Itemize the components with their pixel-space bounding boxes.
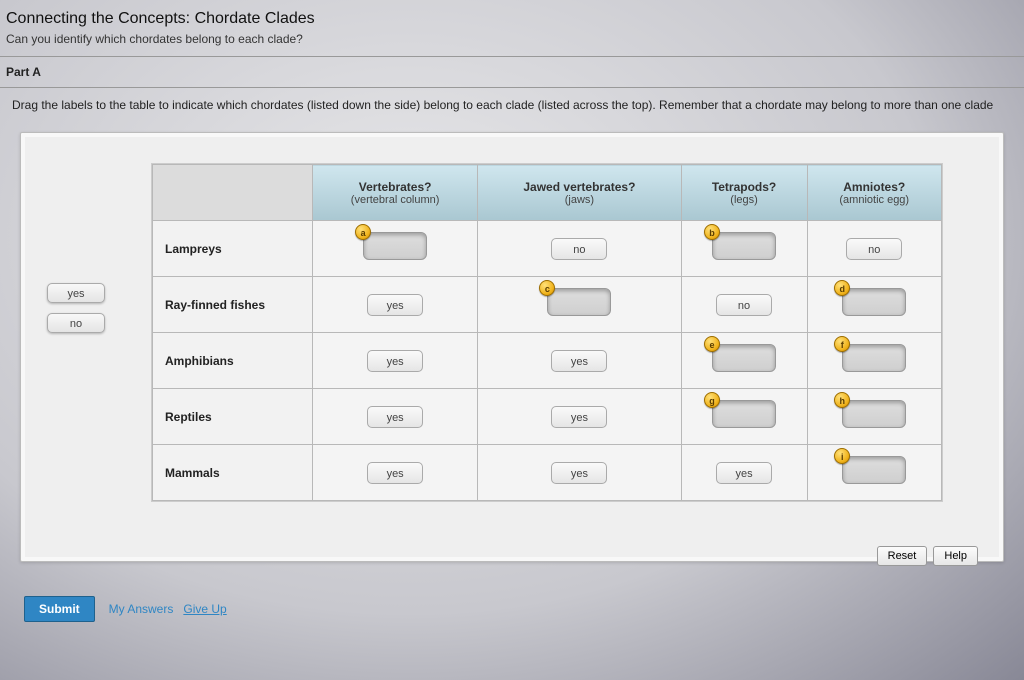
page-subtitle: Can you identify which chordates belong … (6, 32, 1018, 46)
drop-well[interactable] (363, 232, 427, 260)
part-label: Part A (0, 63, 1024, 81)
placed-answer[interactable]: yes (551, 350, 607, 372)
drop-target[interactable]: d (842, 288, 906, 321)
drag-bank: yes no (47, 283, 105, 333)
drop-target[interactable]: h (842, 400, 906, 433)
draggable-no[interactable]: no (47, 313, 105, 333)
placed-answer[interactable]: no (846, 238, 902, 260)
table-cell: yes (478, 445, 681, 501)
drop-well[interactable] (547, 288, 611, 316)
divider (0, 56, 1024, 57)
table-cell: no (681, 277, 807, 333)
drop-target[interactable]: e (712, 344, 776, 377)
table-cell: h (807, 389, 942, 445)
placed-answer[interactable]: yes (551, 406, 607, 428)
table-cell: f (807, 333, 942, 389)
page-title: Connecting the Concepts: Chordate Clades (6, 10, 1018, 28)
table-cell: i (807, 445, 942, 501)
placed-answer[interactable]: yes (716, 462, 772, 484)
drop-well[interactable] (842, 344, 906, 372)
drop-well[interactable] (842, 288, 906, 316)
help-button[interactable]: Help (933, 546, 978, 566)
table-cell: g (681, 389, 807, 445)
clade-table: Vertebrates? (vertebral column) Jawed ve… (151, 163, 943, 502)
drop-target[interactable]: i (842, 456, 906, 489)
hint-badge: e (704, 336, 720, 352)
table-row: Lampreys a no b no (153, 221, 942, 277)
table-header-row: Vertebrates? (vertebral column) Jawed ve… (153, 165, 942, 221)
header-title: Jawed vertebrates? (523, 180, 635, 194)
header-jawed: Jawed vertebrates? (jaws) (478, 165, 681, 221)
table-cell: yes (313, 277, 478, 333)
drop-well[interactable] (712, 232, 776, 260)
reset-help-group: Reset Help (877, 546, 978, 566)
give-up-link[interactable]: Give Up (183, 602, 226, 616)
table-row: Mammals yes yes yes i (153, 445, 942, 501)
placed-answer[interactable]: yes (551, 462, 607, 484)
drop-well[interactable] (842, 400, 906, 428)
drop-target[interactable]: c (547, 288, 611, 321)
drop-target[interactable]: f (842, 344, 906, 377)
placed-answer[interactable]: yes (367, 294, 423, 316)
table-cell: yes (313, 445, 478, 501)
hint-badge: b (704, 224, 720, 240)
header-blank (153, 165, 313, 221)
header-sub: (vertebral column) (319, 194, 471, 206)
row-label: Reptiles (153, 389, 313, 445)
header-title: Tetrapods? (712, 180, 776, 194)
placed-answer[interactable]: yes (367, 350, 423, 372)
row-label: Mammals (153, 445, 313, 501)
header-title: Vertebrates? (359, 180, 432, 194)
table-cell: no (478, 221, 681, 277)
table-cell: yes (681, 445, 807, 501)
table-cell: b (681, 221, 807, 277)
drop-target[interactable]: a (363, 232, 427, 265)
instructions: Drag the labels to the table to indicate… (0, 94, 1024, 122)
header-sub: (jaws) (484, 194, 674, 206)
submit-button[interactable]: Submit (24, 596, 95, 622)
header-amniotes: Amniotes? (amniotic egg) (807, 165, 942, 221)
header-vertebrates: Vertebrates? (vertebral column) (313, 165, 478, 221)
row-label: Lampreys (153, 221, 313, 277)
placed-answer[interactable]: yes (367, 406, 423, 428)
table-row: Reptiles yes yes g h (153, 389, 942, 445)
table-cell: yes (478, 333, 681, 389)
drop-well[interactable] (712, 344, 776, 372)
divider (0, 87, 1024, 88)
drop-well[interactable] (712, 400, 776, 428)
header-sub: (legs) (688, 194, 801, 206)
placed-answer[interactable]: no (716, 294, 772, 316)
draggable-yes[interactable]: yes (47, 283, 105, 303)
activity-canvas: yes no Vertebrates? (vertebral column) J… (20, 132, 1004, 562)
table-cell: yes (313, 389, 478, 445)
table-cell: yes (313, 333, 478, 389)
drop-well[interactable] (842, 456, 906, 484)
hint-badge: g (704, 392, 720, 408)
table-row: Amphibians yes yes e f (153, 333, 942, 389)
instructions-text: Drag the labels to the table to indicate… (12, 98, 993, 112)
table-cell: e (681, 333, 807, 389)
table-cell: a (313, 221, 478, 277)
table-cell: c (478, 277, 681, 333)
reset-button[interactable]: Reset (877, 546, 928, 566)
table-row: Ray-finned fishes yes c no d (153, 277, 942, 333)
drop-target[interactable]: b (712, 232, 776, 265)
placed-answer[interactable]: no (551, 238, 607, 260)
table-cell: no (807, 221, 942, 277)
placed-answer[interactable]: yes (367, 462, 423, 484)
hint-badge: a (355, 224, 371, 240)
table-cell: d (807, 277, 942, 333)
table-cell: yes (478, 389, 681, 445)
header-sub: (amniotic egg) (814, 194, 936, 206)
header-title: Amniotes? (843, 180, 905, 194)
drop-target[interactable]: g (712, 400, 776, 433)
header-tetrapods: Tetrapods? (legs) (681, 165, 807, 221)
row-label: Ray-finned fishes (153, 277, 313, 333)
row-label: Amphibians (153, 333, 313, 389)
my-answers-link[interactable]: My Answers (109, 602, 174, 616)
